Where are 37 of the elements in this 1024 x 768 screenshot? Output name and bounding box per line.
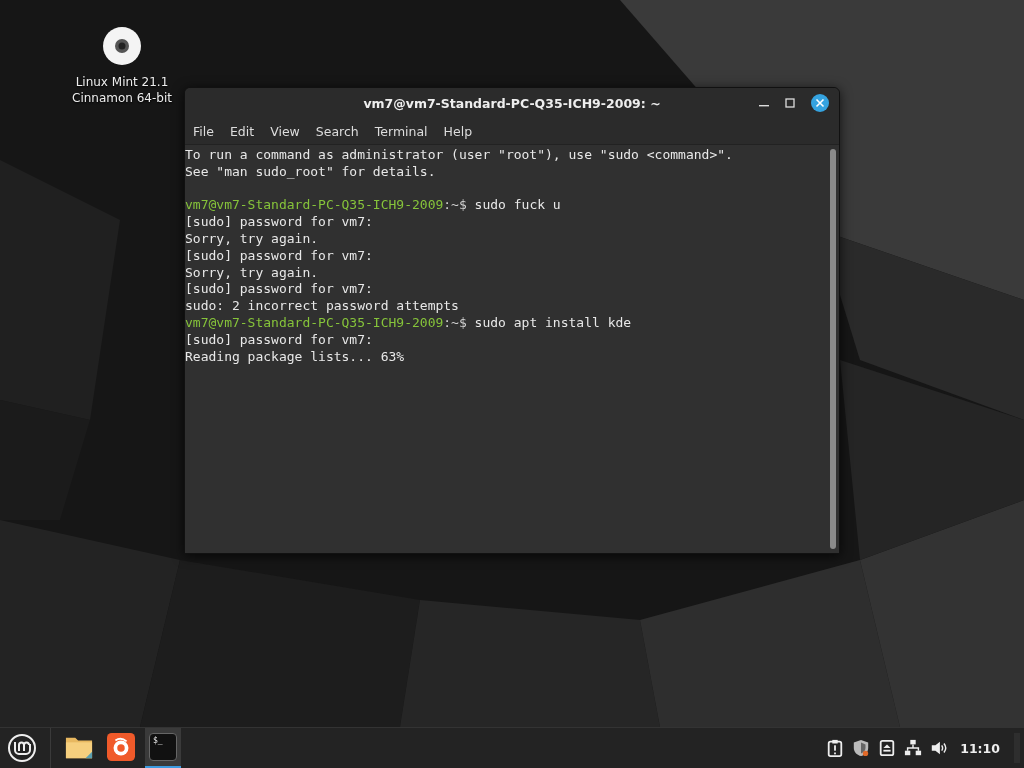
shield-icon[interactable] (852, 739, 871, 757)
menu-icon[interactable] (7, 733, 37, 763)
menu-item[interactable]: View (264, 120, 306, 142)
browser-icon[interactable] (107, 733, 135, 761)
output-line: [sudo] password for vm7: (185, 331, 373, 347)
disc-icon[interactable] (102, 26, 142, 66)
output-line: See "man sudo_root" for details. (185, 163, 436, 179)
output-line: sudo: 2 incorrect password attempts (185, 298, 459, 314)
menu-item[interactable]: Terminal (368, 120, 434, 142)
output-line: Reading package lists... 63% (185, 348, 405, 364)
terminal-icon[interactable]: $_ (149, 733, 177, 761)
network-icon[interactable] (904, 739, 923, 757)
command-text: sudo fuck u (474, 197, 561, 213)
output-line: [sudo] password for vm7: (185, 281, 373, 297)
volume-icon[interactable] (930, 739, 949, 757)
window-title: vm7@vm7-Standard-PC-Q35-ICH9-2009: ~ (362, 95, 662, 111)
output-line: [sudo] password for vm7: (185, 214, 373, 230)
output-line: Sorry, try again. (185, 264, 319, 280)
close-icon[interactable] (810, 93, 830, 113)
output-line: To run a command as administrator (user "root"), use "sudo <command>". (185, 147, 733, 162)
menu-item[interactable]: Help (437, 120, 479, 142)
prompt-path: :~$ (443, 197, 467, 213)
command-text: sudo apt install kde (474, 314, 632, 330)
clock[interactable]: 11:10 (960, 740, 1000, 756)
clipboard-icon[interactable] (826, 739, 845, 757)
menu-item[interactable]: Edit (223, 120, 261, 142)
scrollbar[interactable] (830, 149, 836, 549)
menu-item[interactable]: File (187, 120, 220, 142)
prompt-user-host: vm7@vm7-Standard-PC-Q35-ICH9-2009 (185, 197, 444, 213)
menu-item[interactable]: Search (309, 120, 365, 142)
output-line: [sudo] password for vm7: (185, 247, 373, 263)
eject-icon[interactable] (878, 739, 897, 757)
maximize-icon[interactable] (784, 97, 796, 109)
desktop-icon-label[interactable]: Linux Mint 21.1 Cinnamon 64-bit (72, 74, 172, 106)
output-line: Sorry, try again. (185, 231, 319, 246)
prompt-user-host: vm7@vm7-Standard-PC-Q35-ICH9-2009 (185, 314, 444, 330)
prompt-path: :~$ (443, 314, 467, 330)
